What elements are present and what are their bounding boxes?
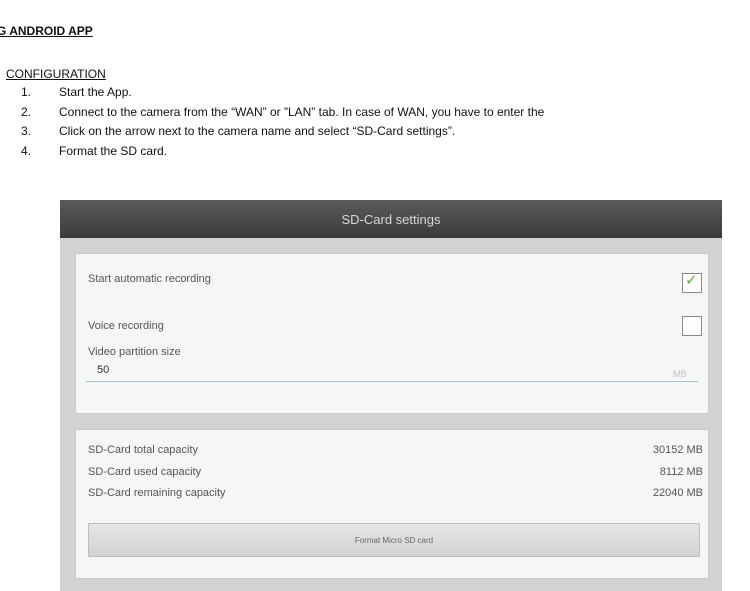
- input-underline: [86, 381, 698, 382]
- doc-heading: G ANDROID APP: [0, 24, 93, 38]
- step-number: 3.: [20, 124, 31, 138]
- capacity-row-used: SD-Card used capacity 8112 MB: [76, 466, 708, 482]
- step-text: Start the App.: [59, 85, 132, 99]
- step-number: 1.: [20, 85, 31, 99]
- format-sd-card-button[interactable]: Format Micro SD card: [88, 523, 700, 557]
- capacity-card: SD-Card total capacity 30152 MB SD-Card …: [75, 429, 709, 579]
- used-capacity-label: SD-Card used capacity: [88, 466, 202, 478]
- total-capacity-value: 30152 MB: [652, 444, 703, 456]
- step-text: Connect to the camera from the “WAN” or …: [59, 104, 545, 119]
- partition-size-input[interactable]: 50: [97, 364, 109, 376]
- screen-title: SD-Card settings: [60, 200, 722, 238]
- auto-recording-checkbox[interactable]: ✓: [682, 272, 702, 293]
- partition-size-label: Video partition size: [88, 346, 181, 358]
- step-item: 2. Connect to the camera from the “WAN” …: [0, 105, 750, 125]
- used-capacity-value: 8112 MB: [659, 466, 703, 478]
- capacity-row-remaining: SD-Card remaining capacity 22040 MB: [76, 487, 708, 503]
- steps-list: 1. Start the App. 2. Connect to the came…: [0, 85, 750, 163]
- step-text: Format the SD card.: [59, 143, 168, 158]
- voice-recording-checkbox[interactable]: [682, 316, 702, 336]
- step-item: 3. Click on the arrow next to the camera…: [0, 124, 750, 144]
- checkmark-icon: ✓: [685, 272, 698, 289]
- remaining-capacity-label: SD-Card remaining capacity: [88, 487, 226, 499]
- auto-recording-label: Start automatic recording: [88, 273, 211, 285]
- step-item: 1. Start the App.: [0, 85, 750, 105]
- total-capacity-label: SD-Card total capacity: [88, 444, 199, 456]
- remaining-capacity-value: 22040 MB: [652, 487, 703, 499]
- recording-settings-card: Start automatic recording ✓ Voice record…: [75, 253, 709, 414]
- partition-size-unit: MB: [673, 369, 687, 379]
- step-number: 4.: [20, 143, 31, 158]
- voice-recording-label: Voice recording: [88, 320, 164, 332]
- step-number: 2.: [20, 104, 31, 119]
- step-text: Click on the arrow next to the camera na…: [59, 124, 456, 138]
- doc-subheading: CONFIGURATION: [6, 67, 106, 81]
- step-item: 4. Format the SD card.: [0, 144, 750, 164]
- capacity-row-total: SD-Card total capacity 30152 MB: [76, 444, 708, 460]
- app-screenshot: SD-Card settings Start automatic recordi…: [60, 200, 722, 591]
